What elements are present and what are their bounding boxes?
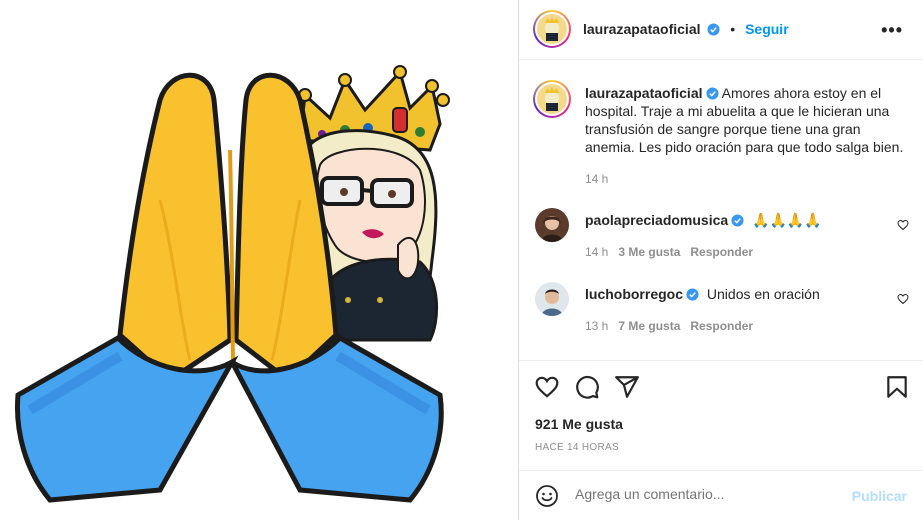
caption-time[interactable]: 14 h: [585, 172, 608, 186]
caption-avatar[interactable]: [533, 80, 571, 118]
comment-likes[interactable]: 3 Me gusta: [618, 245, 680, 259]
comment-username[interactable]: paolapreciadomusica: [585, 212, 728, 228]
reply-button[interactable]: Responder: [690, 319, 753, 333]
comment-meta: 14 h 3 Me gusta Responder: [585, 245, 753, 259]
heart-icon[interactable]: [534, 374, 560, 400]
verified-badge-icon: [705, 87, 719, 100]
post-caption: laurazapataoficial Amores ahora estoy en…: [585, 84, 905, 156]
separator-dot: •: [730, 21, 736, 37]
caption-username[interactable]: laurazapataoficial: [585, 85, 703, 101]
share-icon[interactable]: [614, 374, 640, 400]
post-details-panel: laurazapataoficial • Seguir ••• laurazap…: [519, 0, 923, 520]
comment-likes[interactable]: 7 Me gusta: [618, 319, 680, 333]
post-header: laurazapataoficial • Seguir •••: [519, 0, 923, 60]
composer-divider: [519, 470, 923, 471]
author-avatar[interactable]: [533, 10, 571, 48]
bookmark-icon[interactable]: [884, 374, 910, 400]
comment-like-heart-icon[interactable]: [897, 219, 909, 231]
comment-like-heart-icon[interactable]: [897, 293, 909, 305]
verified-badge-icon: [731, 214, 744, 227]
post-image[interactable]: [0, 0, 518, 520]
author-username[interactable]: laurazapataoficial: [583, 21, 701, 37]
comment-text: Unidos en oración: [706, 286, 820, 302]
emoji-icon[interactable]: [535, 484, 559, 508]
actions-divider: [519, 360, 923, 361]
commenter-avatar[interactable]: [535, 208, 569, 242]
comment-username[interactable]: luchoborregoc: [585, 286, 683, 302]
comment-item: paolapreciadomusica 🙏🙏🙏🙏: [585, 212, 822, 229]
verified-badge-icon: [707, 23, 720, 36]
publish-button[interactable]: Publicar: [852, 488, 907, 504]
verified-badge-icon: [686, 288, 699, 301]
comment-text: 🙏🙏🙏🙏: [752, 212, 822, 228]
follow-button[interactable]: Seguir: [745, 21, 789, 37]
comment-time[interactable]: 14 h: [585, 245, 608, 259]
header-user-row: laurazapataoficial • Seguir: [583, 21, 789, 37]
likes-count[interactable]: 921 Me gusta: [535, 416, 623, 432]
comment-time[interactable]: 13 h: [585, 319, 608, 333]
praying-hands-bitmoji-image: [15, 65, 450, 503]
reply-button[interactable]: Responder: [690, 245, 753, 259]
comment-meta: 13 h 7 Me gusta Responder: [585, 319, 753, 333]
post-timestamp[interactable]: HACE 14 HORAS: [535, 442, 619, 453]
post-viewer: laurazapataoficial • Seguir ••• laurazap…: [0, 0, 923, 520]
comment-item: luchoborregoc Unidos en oración: [585, 286, 820, 302]
commenter-avatar[interactable]: [535, 282, 569, 316]
more-options-icon[interactable]: •••: [881, 20, 903, 41]
comment-input[interactable]: [575, 486, 835, 502]
comment-icon[interactable]: [574, 374, 600, 400]
